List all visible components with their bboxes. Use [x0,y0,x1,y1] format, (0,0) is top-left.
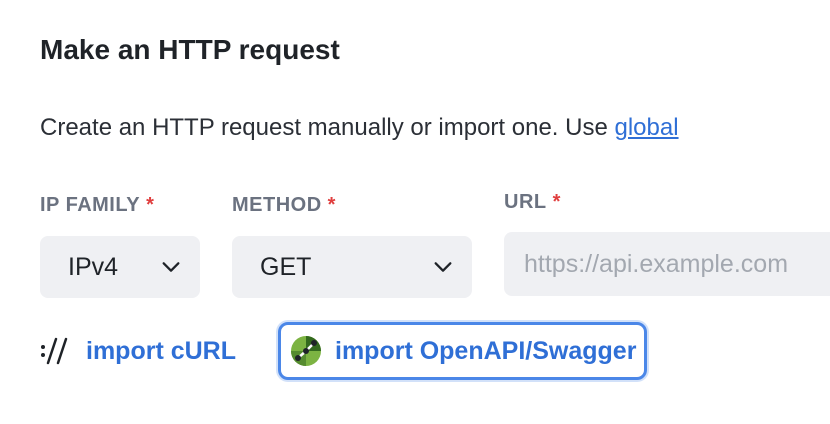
swagger-icon [291,336,321,366]
ip-family-required-mark: * [146,194,155,216]
http-request-page: Make an HTTP request Create an HTTP requ… [0,0,830,424]
method-required-mark: * [327,194,336,216]
page-description: Create an HTTP request manually or impor… [40,114,679,142]
ip-family-label: IP FAMILY * [40,194,154,217]
method-label: METHOD * [232,194,336,217]
global-variables-link[interactable]: global [614,114,678,141]
chevron-down-icon [434,262,452,272]
ip-family-label-text: IP FAMILY [40,194,141,216]
description-text: Create an HTTP request manually or impor… [40,114,615,141]
method-label-text: METHOD [232,194,322,216]
url-label-text: URL [504,191,547,213]
page-title: Make an HTTP request [40,34,340,65]
import-swagger-link[interactable]: import OpenAPI/Swagger [278,322,648,380]
import-curl-link[interactable]: import cURL [40,336,236,366]
chevron-down-icon [162,262,180,272]
ip-family-value: IPv4 [68,252,119,281]
url-required-mark: * [552,191,561,213]
import-curl-label: import cURL [86,336,236,365]
url-label: URL * [504,191,561,214]
curl-icon [41,337,68,365]
url-input[interactable] [504,232,830,296]
method-select[interactable]: GET [232,236,472,298]
ip-family-select[interactable]: IPv4 [40,236,200,298]
method-value: GET [260,252,312,281]
import-swagger-label: import OpenAPI/Swagger [335,336,637,365]
